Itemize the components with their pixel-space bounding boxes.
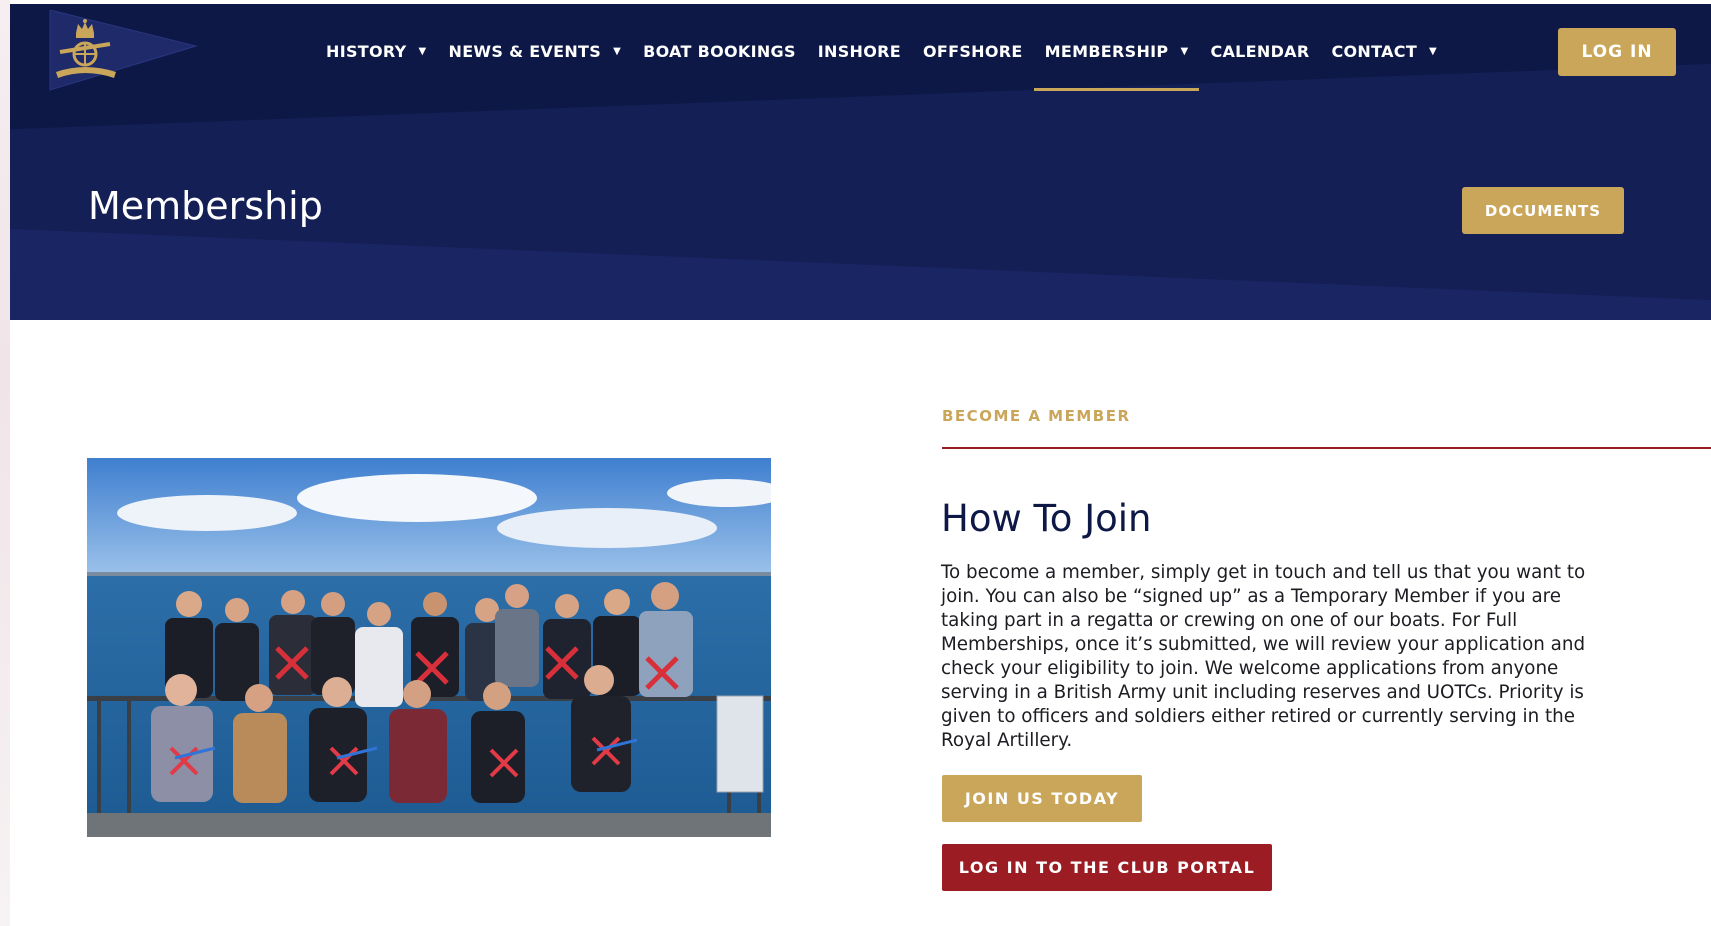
nav-item-offshore[interactable]: OFFSHORE xyxy=(923,42,1023,61)
section-heading: How To Join xyxy=(941,497,1152,540)
nav-item-inshore[interactable]: INSHORE xyxy=(818,42,901,61)
page: HISTORY ▼ NEWS & EVENTS ▼ BOAT BOOKINGS … xyxy=(10,0,1711,926)
nav-label: OFFSHORE xyxy=(923,41,1023,61)
nav-item-membership[interactable]: MEMBERSHIP ▼ xyxy=(1033,41,1200,91)
nav-item-contact[interactable]: CONTACT ▼ xyxy=(1331,42,1437,61)
nav-label: HISTORY xyxy=(326,41,407,61)
main-nav: HISTORY ▼ NEWS & EVENTS ▼ BOAT BOOKINGS … xyxy=(326,36,1459,91)
caret-down-icon: ▼ xyxy=(613,45,622,57)
caret-down-icon: ▼ xyxy=(1429,45,1438,57)
caret-down-icon: ▼ xyxy=(418,45,427,57)
nav-item-calendar[interactable]: CALENDAR xyxy=(1210,42,1309,61)
top-border xyxy=(10,0,1711,4)
nav-label: NEWS & EVENTS xyxy=(448,41,602,61)
login-button[interactable]: LOG IN xyxy=(1558,28,1676,76)
nav-label: CONTACT xyxy=(1331,41,1418,61)
caret-down-icon: ▼ xyxy=(1180,45,1189,57)
join-us-button[interactable]: JOIN US TODAY xyxy=(942,775,1142,822)
page-edge xyxy=(0,0,10,926)
nav-item-news-events[interactable]: NEWS & EVENTS ▼ xyxy=(449,42,622,61)
site-logo[interactable] xyxy=(46,9,206,94)
royal-artillery-pennant-icon xyxy=(49,9,198,91)
nav-label: CALENDAR xyxy=(1210,41,1310,61)
nav-label: BOAT BOOKINGS xyxy=(643,41,796,61)
club-portal-login-button[interactable]: LOG IN TO THE CLUB PORTAL xyxy=(942,844,1272,891)
nav-label: INSHORE xyxy=(817,41,901,61)
section-eyebrow: BECOME A MEMBER xyxy=(942,407,1131,425)
members-group-photo xyxy=(87,458,771,837)
nav-label: MEMBERSHIP xyxy=(1044,41,1169,61)
documents-button[interactable]: DOCUMENTS xyxy=(1462,187,1624,234)
page-title: Membership xyxy=(88,184,323,228)
group-photo-image xyxy=(87,458,771,837)
section-body: To become a member, simply get in touch … xyxy=(941,562,1586,751)
section-divider xyxy=(942,447,1711,449)
nav-item-boat-bookings[interactable]: BOAT BOOKINGS xyxy=(643,42,796,61)
site-header: HISTORY ▼ NEWS & EVENTS ▼ BOAT BOOKINGS … xyxy=(10,0,1711,320)
nav-item-history[interactable]: HISTORY ▼ xyxy=(326,42,427,61)
